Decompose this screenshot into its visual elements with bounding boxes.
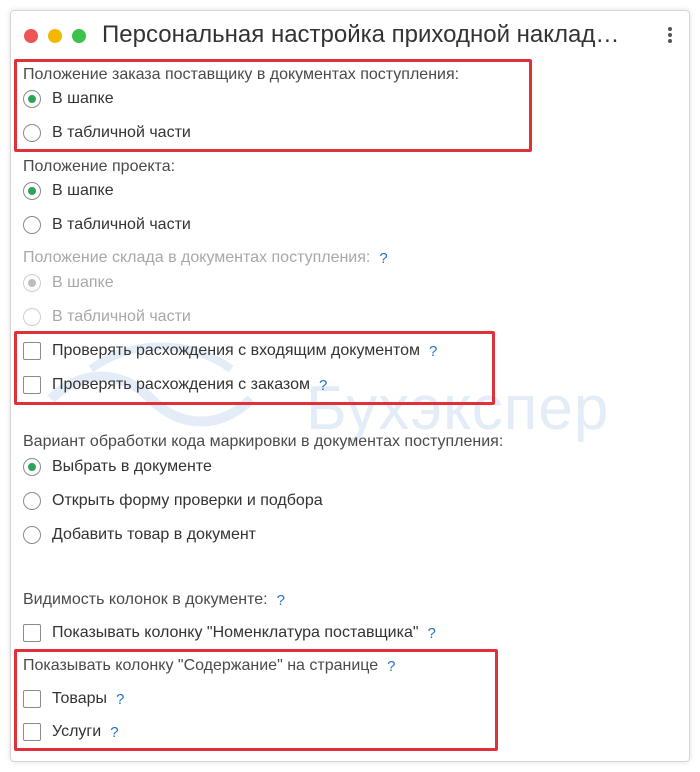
checkbox[interactable] (23, 624, 41, 642)
columns-group-label: Видимость колонок в документе: ? (23, 588, 285, 612)
warehouse-position-group-label: Положение склада в документах поступлени… (23, 246, 388, 270)
marking-label: Вариант обработки кода маркировки в доку… (23, 433, 504, 450)
project-position-label: Положение проекта: (23, 158, 176, 175)
columns-label: Видимость колонок в документе: (23, 591, 268, 608)
radio-button[interactable] (23, 492, 41, 510)
close-window-button[interactable] (24, 29, 38, 43)
help-link[interactable]: ? (428, 625, 436, 642)
option-label: Открыть форму проверки и подбора (52, 492, 323, 509)
warehouse-position-label: Положение склада в документах поступлени… (23, 249, 371, 266)
option-label: В шапке (52, 274, 114, 291)
radio-button[interactable] (23, 458, 41, 476)
option-label: Добавить товар в документ (52, 526, 257, 543)
radio-button (23, 274, 41, 292)
marking-open-form-option[interactable]: Открыть форму проверки и подбора (23, 489, 323, 513)
project-position-group-label: Положение проекта: (23, 155, 175, 179)
marking-select-in-doc-option[interactable]: Выбрать в документе (23, 455, 212, 479)
project-position-table-option[interactable]: В табличной части (23, 213, 191, 237)
project-position-header-option[interactable]: В шапке (23, 179, 114, 203)
title-bar: Персональная настройка приходной наклад… (11, 11, 689, 61)
kebab-dot-icon (668, 27, 672, 31)
supplier-nomenclature-option[interactable]: Показывать колонку "Номенклатура поставщ… (23, 621, 436, 645)
warehouse-position-header-option: В шапке (23, 271, 114, 295)
help-link[interactable]: ? (379, 250, 387, 267)
option-label: Показывать колонку "Номенклатура поставщ… (52, 624, 419, 641)
option-label: В табличной части (52, 216, 191, 233)
maximize-window-button[interactable] (72, 29, 86, 43)
settings-window: Бухэкспер Персональная настройка приходн… (10, 10, 690, 762)
minimize-window-button[interactable] (48, 29, 62, 43)
more-menu-button[interactable] (663, 27, 677, 47)
radio-button[interactable] (23, 526, 41, 544)
option-label: В шапке (52, 182, 114, 199)
option-label: Выбрать в документе (52, 458, 212, 475)
marking-add-goods-option[interactable]: Добавить товар в документ (23, 523, 256, 547)
radio-button[interactable] (23, 182, 41, 200)
highlight-frame (14, 331, 495, 405)
kebab-dot-icon (668, 33, 672, 37)
radio-button[interactable] (23, 216, 41, 234)
radio-button (23, 308, 41, 326)
kebab-dot-icon (668, 39, 672, 43)
highlight-frame (14, 59, 532, 152)
highlight-frame (14, 649, 498, 751)
marking-group-label: Вариант обработки кода маркировки в доку… (23, 430, 503, 454)
help-link[interactable]: ? (277, 592, 285, 609)
warehouse-position-table-option: В табличной части (23, 305, 191, 329)
option-label: В табличной части (52, 308, 191, 325)
window-title: Персональная настройка приходной наклад… (102, 21, 620, 48)
